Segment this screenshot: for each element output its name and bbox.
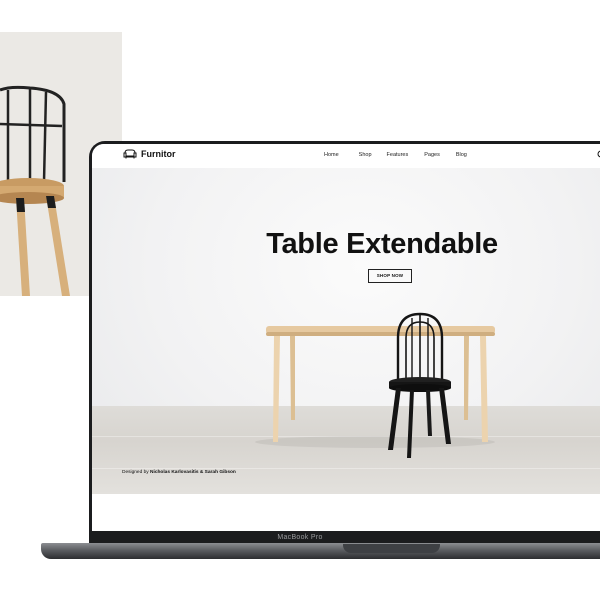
- laptop-screen: Furnitor Home Shop Features Pages Blog T…: [92, 144, 600, 531]
- site-navbar: Furnitor Home Shop Features Pages Blog: [92, 144, 600, 168]
- nav-pages[interactable]: Pages: [424, 152, 440, 158]
- nav-home[interactable]: Home: [324, 152, 339, 158]
- designer-credit: Designed by Nicholas Karlovasitis & Sara…: [122, 470, 236, 475]
- credit-prefix: Designed by: [122, 470, 149, 475]
- hero-section: Table Extendable SHOP NOW Designed by Ni…: [92, 168, 600, 494]
- nav-features[interactable]: Features: [387, 152, 409, 158]
- nav-blog[interactable]: Blog: [456, 152, 467, 158]
- laptop-notch: [343, 544, 440, 553]
- nav-shop[interactable]: Shop: [359, 152, 372, 158]
- laptop-base: [41, 543, 600, 559]
- macbook-label: MacBook Pro: [277, 534, 323, 541]
- table-and-chair-image: [255, 312, 495, 458]
- main-nav: Home Shop Features Pages Blog: [324, 152, 467, 158]
- site-logo[interactable]: Furnitor: [123, 149, 176, 159]
- credit-names: Nicholas Karlovasitis & Sarah Gibson: [150, 470, 236, 475]
- brand-name: Furnitor: [141, 149, 176, 159]
- armchair-icon: [123, 149, 137, 159]
